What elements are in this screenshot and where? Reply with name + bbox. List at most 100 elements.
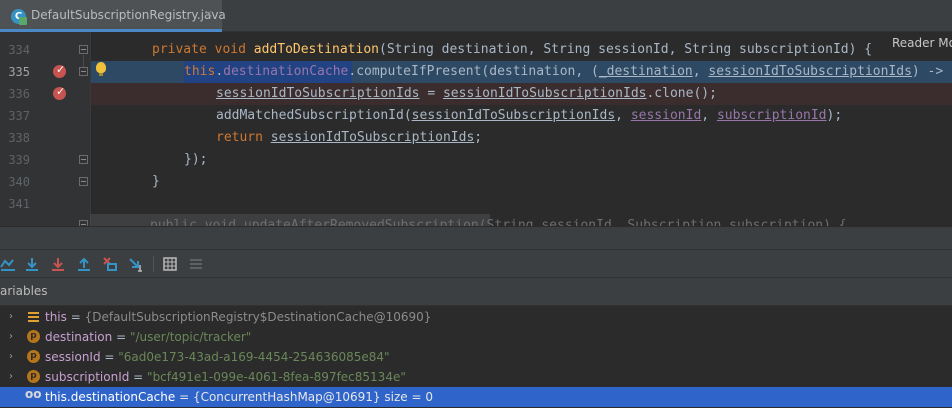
step-into-icon[interactable]	[50, 256, 66, 272]
trace-stream-icon[interactable]	[188, 256, 204, 272]
code-token: destinationCache	[223, 64, 349, 79]
expand-arrow-icon[interactable]: ›	[9, 347, 13, 367]
code-token: .	[215, 64, 224, 79]
show-execution-point-icon[interactable]	[0, 256, 16, 272]
line-number: 337	[8, 109, 30, 123]
toolbar-separator	[153, 256, 154, 272]
variable-name: this.destinationCache	[45, 390, 176, 404]
variable-value: "6ad0e173-43ad-a169-4454-254636085e84"	[118, 350, 390, 364]
line-number: 335	[8, 65, 30, 79]
code-token: return	[216, 130, 263, 145]
code-editor[interactable]: 334 335 336 337 338 339 340 341 ✓ ✓ priv…	[0, 32, 952, 226]
step-over-icon[interactable]	[24, 256, 40, 272]
watch-icon: oo	[25, 387, 42, 401]
editor-tab-bar: C DefaultSubscriptionRegistry.java ×	[0, 0, 952, 32]
expand-arrow-icon[interactable]: ›	[9, 307, 13, 327]
variable-value: "/user/topic/tracker"	[129, 330, 252, 344]
variable-text: sessionId = "6ad0e173-43ad-a169-4454-254…	[45, 347, 390, 367]
line-number: 334	[8, 43, 30, 57]
code-line-340: }	[152, 174, 160, 189]
code-token: subscriptionId	[716, 108, 827, 123]
variable-text: subscriptionId = "bcf491e1-099e-4061-8fe…	[45, 367, 406, 387]
variables-panel-title: ariables	[0, 284, 48, 298]
code-token: (String destination, String sessionId, S…	[379, 42, 873, 57]
variable-eq: =	[100, 350, 119, 364]
reader-mode-button[interactable]: Reader Mode	[890, 36, 952, 50]
code-token: ,	[615, 108, 631, 123]
line-number: 339	[8, 153, 30, 167]
close-tab-icon[interactable]: ×	[204, 7, 213, 20]
variable-row-selected[interactable]: oo this.destinationCache = {ConcurrentHa…	[0, 387, 952, 407]
variable-row[interactable]: › p sessionId = "6ad0e173-43ad-a169-4454…	[0, 347, 952, 367]
fold-marker-icon[interactable]	[79, 155, 88, 164]
variable-name: subscriptionId	[45, 370, 130, 384]
expand-arrow-icon[interactable]: ›	[9, 327, 13, 347]
variable-text: this.destinationCache = {ConcurrentHashM…	[45, 387, 433, 407]
fold-guide	[83, 55, 84, 67]
code-token: );	[826, 108, 843, 123]
field-icon	[28, 312, 39, 322]
code-token: .computeIfPresent(destination, (	[348, 64, 599, 79]
variable-size: size = 0	[380, 390, 433, 404]
expand-arrow-icon[interactable]: ›	[9, 367, 13, 387]
code-token: ,	[701, 108, 717, 123]
code-line-334: private void addToDestination(String des…	[152, 39, 952, 61]
code-token: sessionIdToSubscriptionIds	[411, 108, 616, 123]
code-token: =	[419, 86, 443, 101]
intention-bulb-icon[interactable]	[96, 62, 106, 76]
variable-name: destination	[45, 330, 113, 344]
variable-value: {DefaultSubscriptionRegistry$Destination…	[84, 310, 432, 324]
variable-value: "bcf491e1-099e-4061-8fea-897fec85134e"	[147, 370, 406, 384]
breakpoint-icon[interactable]: ✓	[53, 85, 66, 100]
parameter-icon: p	[27, 330, 40, 343]
fold-marker-icon[interactable]	[79, 45, 88, 54]
variable-name: this	[45, 310, 67, 324]
code-token: this	[184, 64, 216, 79]
parameter-icon: p	[27, 350, 40, 363]
variables-tree[interactable]: › this = {DefaultSubscriptionRegistry$De…	[0, 306, 952, 408]
variable-row[interactable]: › this = {DefaultSubscriptionRegistry$De…	[0, 307, 952, 327]
variable-name: sessionId	[45, 350, 101, 364]
variable-eq: =	[129, 370, 148, 384]
parameter-icon: p	[27, 370, 40, 383]
drop-frame-icon[interactable]	[102, 256, 118, 272]
run-to-cursor-icon[interactable]	[128, 256, 144, 272]
line-number: 338	[8, 131, 30, 145]
variable-value: {ConcurrentHashMap@10691}	[192, 390, 381, 404]
breakpoint-icon[interactable]: ✓	[53, 63, 66, 78]
variable-text: destination = "/user/topic/tracker"	[45, 327, 251, 347]
variable-row[interactable]: › p subscriptionId = "bcf491e1-099e-4061…	[0, 367, 952, 387]
line-number: 340	[8, 175, 30, 189]
step-out-icon[interactable]	[76, 256, 92, 272]
evaluate-expression-icon[interactable]	[162, 256, 178, 272]
line-number: 341	[8, 197, 30, 211]
code-line-339: });	[184, 152, 208, 167]
code-token: sessionIdToSubscriptionIds	[270, 130, 475, 145]
code-line-335: this.destinationCache.computeIfPresent(d…	[184, 61, 952, 83]
panel-splitter[interactable]	[0, 226, 952, 250]
code-token: sessionIdToSubscriptionIds	[442, 86, 647, 101]
code-token: private	[152, 42, 207, 57]
line-number: 336	[8, 87, 30, 101]
code-line-341: public void updateAfterRemovedSubscripti…	[150, 218, 847, 226]
java-class-icon: C	[11, 9, 27, 25]
code-line-338: return sessionIdToSubscriptionIds;	[216, 127, 952, 149]
variable-text: this = {DefaultSubscriptionRegistry$Dest…	[45, 307, 431, 327]
variable-row[interactable]: › p destination = "/user/topic/tracker"	[0, 327, 952, 347]
fold-marker-icon[interactable]	[79, 177, 88, 186]
code-token: void	[214, 42, 246, 57]
code-token: addMatchedSubscriptionId(	[216, 108, 412, 123]
fold-marker-icon[interactable]	[79, 67, 88, 76]
variable-eq: =	[66, 310, 85, 324]
code-token: _destination	[598, 64, 693, 79]
code-token: ) -> {	[911, 64, 952, 79]
debugger-toolbar	[0, 250, 952, 278]
code-line-337: addMatchedSubscriptionId(sessionIdToSubs…	[216, 105, 952, 127]
file-tab[interactable]: C DefaultSubscriptionRegistry.java ×	[0, 0, 226, 32]
variable-eq: =	[112, 330, 130, 344]
variable-eq: =	[175, 390, 193, 404]
code-token: .clone();	[646, 86, 717, 101]
code-token: ,	[692, 64, 709, 79]
code-line-336: sessionIdToSubscriptionIds = sessionIdTo…	[216, 83, 952, 105]
code-token: ;	[474, 130, 483, 145]
